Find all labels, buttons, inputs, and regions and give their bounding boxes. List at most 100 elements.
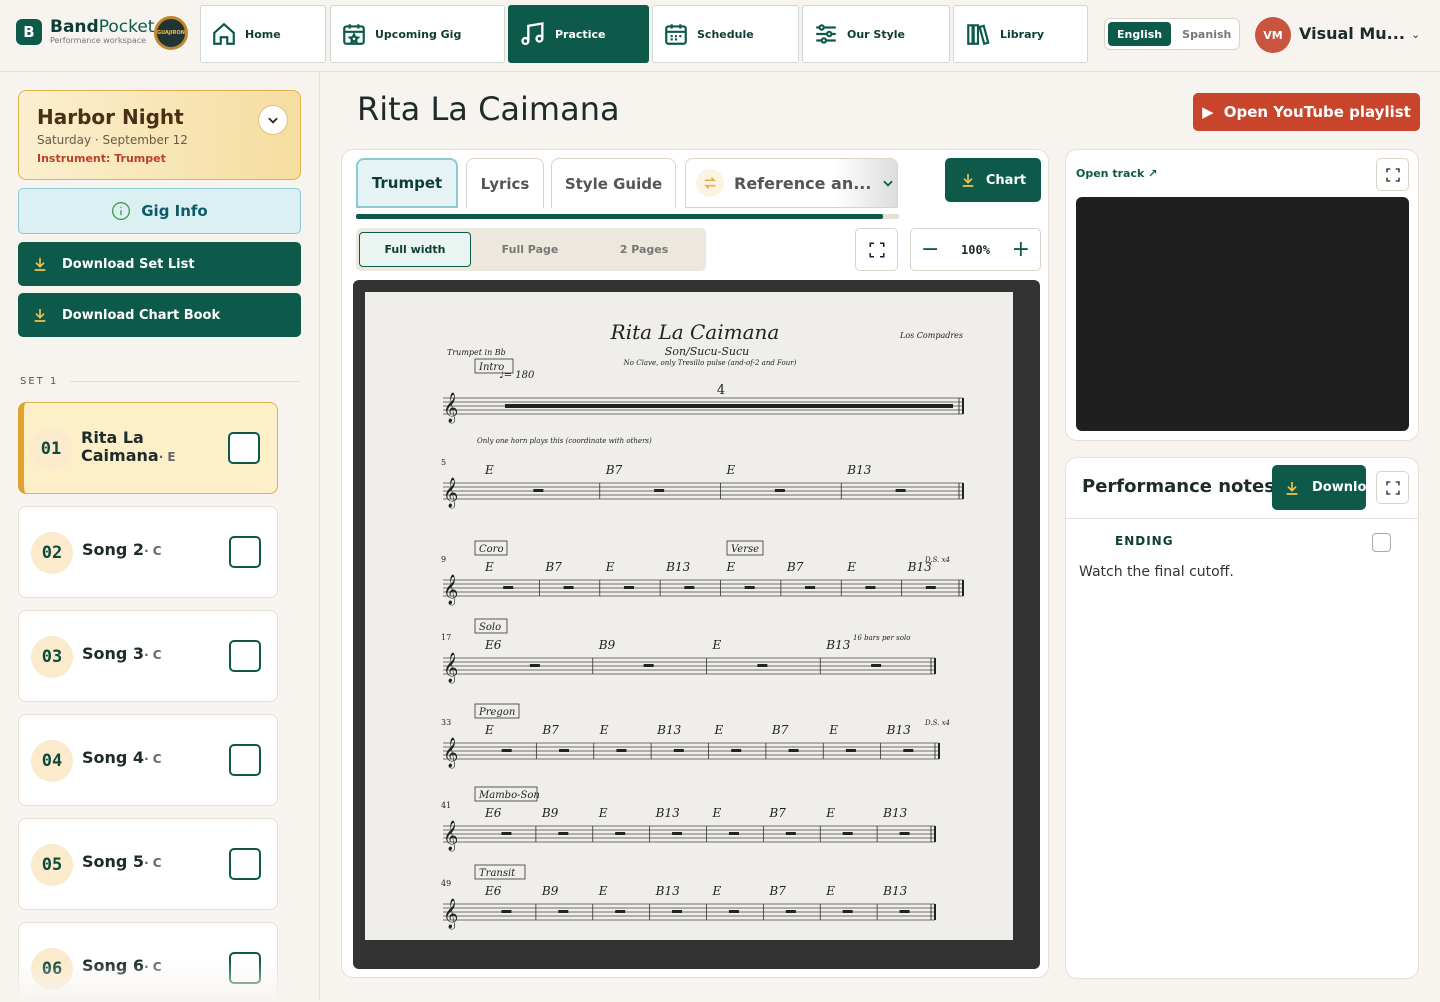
rest-mark <box>501 832 512 835</box>
view-full-width[interactable]: Full width <box>359 232 471 267</box>
notes-download-button[interactable]: Download <box>1272 465 1366 510</box>
lang-spanish[interactable]: Spanish <box>1173 22 1240 46</box>
button-label: Chart <box>985 172 1027 188</box>
song-checkbox[interactable] <box>228 432 260 464</box>
rehearsal-mark: Mambo-Son <box>478 790 540 801</box>
sheet-remark: 16 bars per solo <box>853 634 910 642</box>
brand-name: BandPocket <box>50 17 155 37</box>
chart-download-button[interactable]: Chart <box>945 158 1041 202</box>
lang-english[interactable]: English <box>1108 22 1172 46</box>
track-fullscreen-button[interactable] <box>1376 158 1409 191</box>
open-youtube-playlist-button[interactable]: ▶ Open YouTube playlist <box>1193 93 1420 131</box>
view-two-pages[interactable]: 2 Pages <box>589 232 699 267</box>
notes-fullscreen-button[interactable] <box>1376 471 1409 504</box>
nav-our-style[interactable]: Our Style <box>802 5 950 63</box>
note-text: Watch the final cutoff. <box>1079 564 1234 580</box>
rest-mark <box>785 910 796 913</box>
chord-symbol: B7 <box>768 884 786 898</box>
nav-practice[interactable]: Practice <box>508 5 649 63</box>
rest-mark <box>728 910 739 913</box>
song-item[interactable]: 02 Song 2· C <box>18 506 278 598</box>
rest-mark <box>842 832 853 835</box>
rest-mark <box>744 586 755 589</box>
zoom-level: 100% <box>961 242 990 257</box>
info-icon <box>112 202 131 220</box>
zoom-in-button[interactable]: + <box>1012 237 1030 262</box>
nav-upcoming-gig[interactable]: Upcoming Gig <box>330 5 505 63</box>
nav-label: Upcoming Gig <box>375 27 462 41</box>
chevron-down-icon[interactable] <box>258 105 288 135</box>
tab-label: Reference an... <box>734 173 872 193</box>
download-icon <box>1286 481 1298 495</box>
zoom-control: − 100% + <box>910 228 1041 271</box>
nav-home[interactable]: Home <box>200 5 326 63</box>
treble-clef: 𝄞 <box>443 898 458 930</box>
brand[interactable]: B BandPocket Performance workspace <box>16 18 154 45</box>
chord-symbol: B13 <box>825 638 850 652</box>
bar-number: 5 <box>441 458 446 467</box>
button-label: Download Chart Book <box>62 307 221 323</box>
chord-symbol: E6 <box>484 638 502 652</box>
note-checkbox[interactable] <box>1372 533 1391 552</box>
sheet-subtitle: Son/Sucu-Sucu <box>665 345 749 358</box>
button-label: Open YouTube playlist <box>1223 103 1411 121</box>
rest-mark <box>615 910 626 913</box>
song-checkbox[interactable] <box>229 640 261 672</box>
chevron-down-icon[interactable]: ⌄ <box>1411 28 1420 41</box>
rest-mark <box>925 586 936 589</box>
song-item[interactable]: 01 Rita La Caimana· E <box>18 402 278 494</box>
nav-schedule[interactable]: Schedule <box>652 5 799 63</box>
gig-info-button[interactable]: Gig Info <box>18 188 301 234</box>
video-player[interactable] <box>1076 197 1409 431</box>
rest-mark <box>899 832 910 835</box>
chord-symbol: E <box>598 884 608 898</box>
sheet-viewer[interactable]: Rita La Caimana Son/Sucu-Sucu No Clave, on… <box>353 280 1040 969</box>
song-checkbox[interactable] <box>229 536 261 568</box>
rest-mark <box>643 664 654 667</box>
rest-mark <box>728 832 739 835</box>
rest-mark <box>672 832 683 835</box>
song-checkbox[interactable] <box>229 744 261 776</box>
open-track-link[interactable]: Open track ↗ <box>1076 167 1157 180</box>
treble-clef: 𝄞 <box>443 574 458 606</box>
avatar[interactable]: VM <box>1255 17 1291 53</box>
song-title: Song 3· C <box>82 644 162 663</box>
song-item[interactable]: 04 Song 4· C <box>18 714 278 806</box>
chord-symbol: E <box>828 723 838 737</box>
rest-mark <box>616 749 627 752</box>
performance-notes-panel: Performance notes Download ENDING Watch … <box>1065 457 1419 979</box>
tab-lyrics[interactable]: Lyrics <box>466 158 544 208</box>
gig-card[interactable]: Harbor Night Saturday · September 12 Ins… <box>18 90 301 180</box>
chord-symbol: E6 <box>484 884 502 898</box>
gig-title: Harbor Night <box>37 105 184 129</box>
song-item[interactable]: 03 Song 3· C <box>18 610 278 702</box>
rest-mark <box>842 910 853 913</box>
rest-mark <box>623 586 634 589</box>
rest-mark <box>673 749 684 752</box>
bar-number: 9 <box>441 555 446 564</box>
rehearsal-mark: Verse <box>731 544 759 555</box>
tab-style-guide[interactable]: Style Guide <box>551 158 676 208</box>
tab-scrollbar[interactable] <box>356 214 899 219</box>
user-name[interactable]: Visual Mu... <box>1299 24 1405 43</box>
button-label: Download Set List <box>62 256 195 272</box>
scroll-thumb[interactable] <box>356 214 883 219</box>
tab-reference[interactable]: Reference an... <box>685 158 898 208</box>
rehearsal-mark: Coro <box>479 544 503 555</box>
song-checkbox[interactable] <box>229 848 261 880</box>
zoom-out-button[interactable]: − <box>921 237 939 262</box>
view-full-page[interactable]: Full Page <box>471 232 589 267</box>
tab-trumpet[interactable]: Trumpet <box>356 158 458 208</box>
chord-symbol: E <box>484 723 494 737</box>
chord-symbol: E6 <box>484 806 502 820</box>
nav-library[interactable]: Library <box>953 5 1088 63</box>
sheet-tempo: ♩= 180 <box>499 370 535 381</box>
bar-number: 41 <box>441 801 451 810</box>
song-item[interactable]: 05 Song 5· C <box>18 818 278 910</box>
download-chart-book-button[interactable]: Download Chart Book <box>18 293 301 337</box>
fullscreen-button[interactable] <box>855 228 898 271</box>
chord-symbol: B9 <box>541 884 559 898</box>
chord-symbol: E <box>726 463 736 477</box>
download-set-list-button[interactable]: Download Set List <box>18 242 301 286</box>
rest-mark <box>899 910 910 913</box>
